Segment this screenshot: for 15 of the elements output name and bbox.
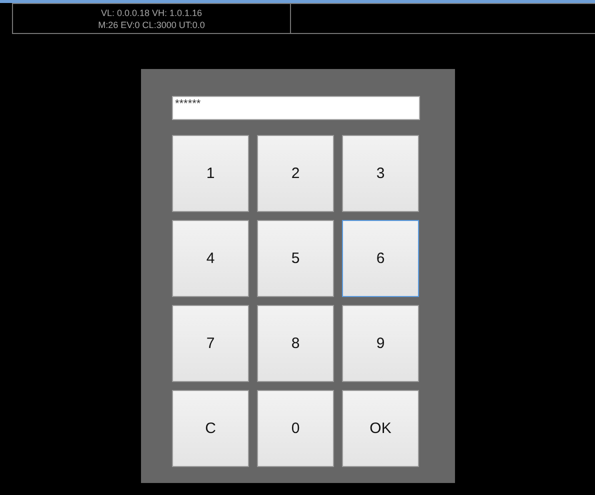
keypad-button[interactable]: 6 xyxy=(342,220,419,297)
keypad-button[interactable]: OK xyxy=(342,390,419,467)
keypad-button[interactable]: 8 xyxy=(257,305,334,382)
keypad-button[interactable]: 4 xyxy=(172,220,249,297)
keypad-button[interactable]: 3 xyxy=(342,135,419,212)
keypad-button[interactable]: 2 xyxy=(257,135,334,212)
keypad-button[interactable]: 5 xyxy=(257,220,334,297)
keypad-button[interactable]: 0 xyxy=(257,390,334,467)
version-text: VL: 0.0.0.18 VH: 1.0.1.16 xyxy=(100,6,202,18)
keypad-button[interactable]: 1 xyxy=(172,135,249,212)
keypad-button[interactable]: C xyxy=(172,390,249,467)
keypad-button[interactable]: 7 xyxy=(172,305,249,382)
stats-text: M:26 EV:0 CL:3000 UT:0.0 xyxy=(98,18,205,30)
pin-field[interactable]: ****** xyxy=(172,96,420,120)
keypad-button[interactable]: 9 xyxy=(342,305,419,382)
